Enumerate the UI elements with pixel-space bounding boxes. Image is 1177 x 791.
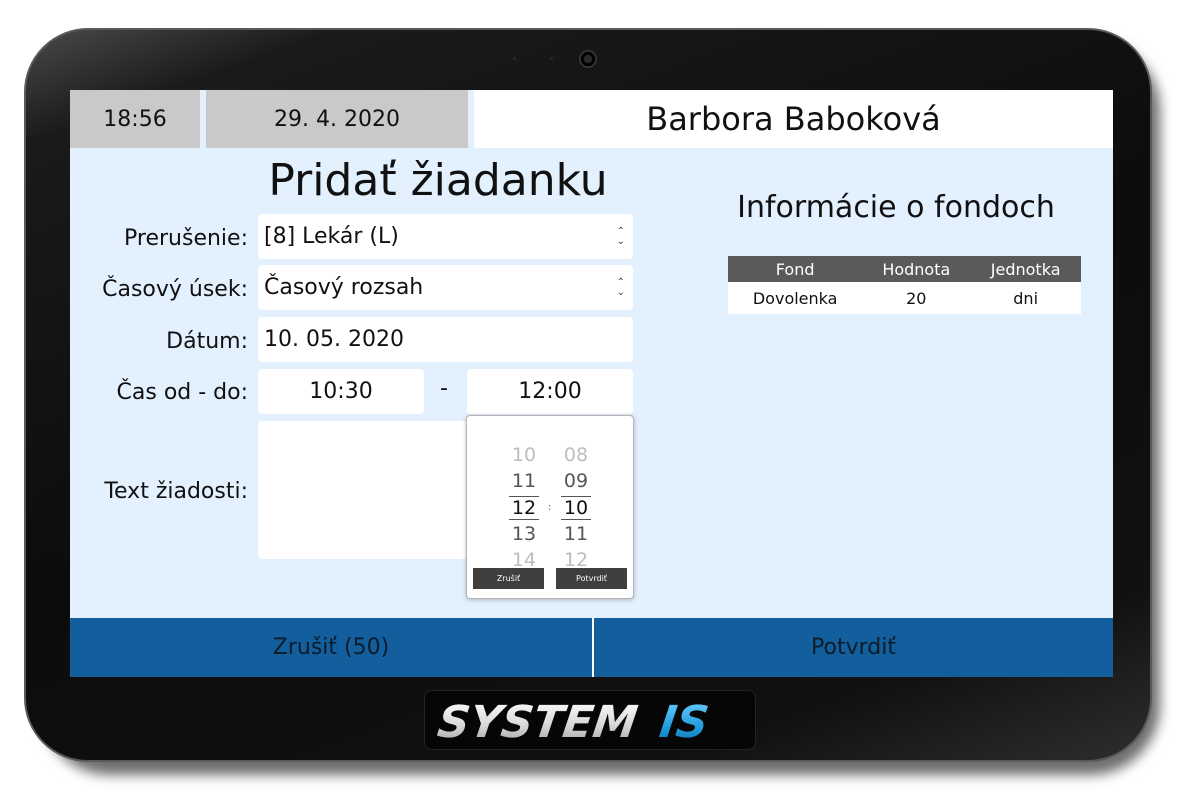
app-screen: 18:56 29. 4. 2020 Barbora Baboková Prida… (70, 90, 1113, 677)
time-segment-label: Časový úsek: (102, 277, 248, 302)
camera-icon (579, 50, 597, 68)
hour-option-selected[interactable]: 12 (509, 496, 539, 520)
time-segment-value: Časový rozsah (264, 275, 424, 300)
sensor-dot (550, 57, 553, 60)
funds-title: Informácie o fondoch (737, 190, 1055, 225)
date-input[interactable]: 10. 05. 2020 (258, 317, 633, 362)
minute-option[interactable]: 08 (561, 444, 591, 466)
table-row: Dovolenka 20 dni (728, 282, 1081, 314)
funds-table: Fond Hodnota Jednotka Dovolenka 20 dni (728, 256, 1081, 314)
minute-option-selected[interactable]: 10 (561, 496, 591, 520)
time-to-input[interactable]: 12:00 (467, 369, 633, 414)
sensor-dot (513, 57, 516, 60)
time-picker-popup: 10 11 12 13 14 : 08 09 10 11 12 Zrušiť P… (466, 415, 634, 599)
time-to-value: 12:00 (518, 379, 582, 404)
fund-name-cell: Dovolenka (728, 282, 863, 314)
system-is-logo: SYSTEM IS (424, 690, 756, 750)
fund-value-cell: 20 (862, 282, 971, 314)
header-user-name: Barbora Baboková (474, 90, 1113, 148)
minute-option[interactable]: 11 (561, 523, 591, 545)
logo-text-system: SYSTEM (434, 697, 640, 746)
confirm-button[interactable]: Potvrdiť (594, 618, 1113, 677)
hour-option[interactable]: 10 (509, 444, 539, 466)
column-header-jednotka: Jednotka (970, 256, 1081, 282)
interruption-select[interactable]: [8] Lekár (L) ⌃ ⌄ (258, 214, 633, 259)
form-title: Pridať žiadanku (268, 155, 608, 206)
picker-cancel-button[interactable]: Zrušiť (473, 568, 544, 589)
time-segment-select[interactable]: Časový rozsah ⌃ ⌄ (258, 265, 633, 310)
date-value: 10. 05. 2020 (264, 327, 404, 352)
column-header-hodnota: Hodnota (862, 256, 971, 282)
interruption-value: [8] Lekár (L) (264, 224, 399, 249)
column-header-fond: Fond (728, 256, 863, 282)
date-label: Dátum: (166, 329, 248, 354)
fund-unit-cell: dni (970, 282, 1081, 314)
select-arrows-icon: ⌃ ⌄ (616, 276, 625, 298)
time-from-value: 10:30 (309, 379, 373, 404)
hour-option[interactable]: 11 (509, 470, 539, 492)
time-from-input[interactable]: 10:30 (258, 369, 424, 414)
select-arrows-icon: ⌃ ⌄ (616, 225, 625, 247)
request-text-label: Text žiadosti: (104, 479, 248, 504)
time-range-label: Čas od - do: (116, 380, 248, 405)
cancel-button[interactable]: Zrušiť (50) (70, 618, 592, 677)
hour-option[interactable]: 13 (509, 523, 539, 545)
picker-confirm-button[interactable]: Potvrdiť (556, 568, 627, 589)
header-time: 18:56 (70, 90, 200, 148)
logo-text-is: IS (656, 697, 711, 746)
time-separator: - (440, 376, 448, 401)
minute-option[interactable]: 09 (561, 470, 591, 492)
logo-wordmark-icon: SYSTEM IS (434, 697, 711, 746)
header-date: 29. 4. 2020 (206, 90, 468, 148)
funds-table-header: Fond Hodnota Jednotka (728, 256, 1081, 282)
picker-colon: : (548, 502, 552, 513)
interruption-label: Prerušenie: (124, 226, 248, 251)
request-text-area[interactable] (258, 421, 468, 559)
